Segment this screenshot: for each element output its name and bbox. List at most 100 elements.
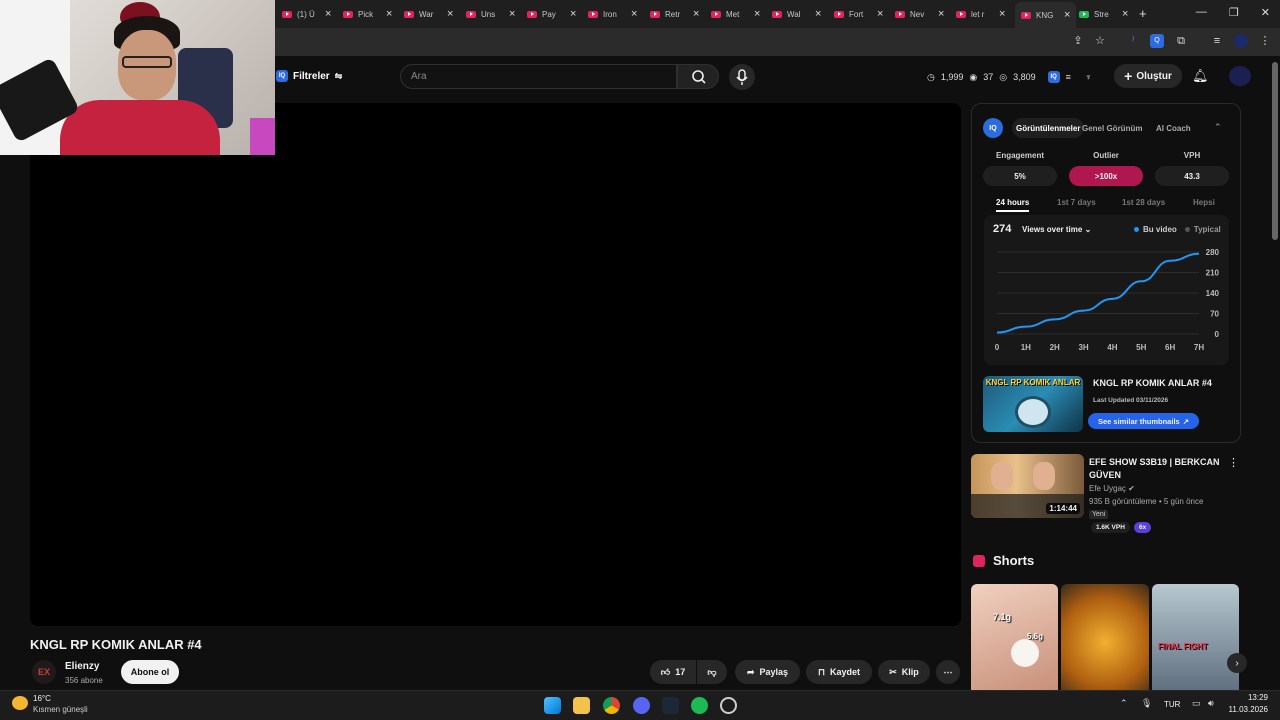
tray-overflow-icon[interactable]: ⌃	[1120, 698, 1128, 709]
collapse-chevron-icon[interactable]: ⌃	[1214, 122, 1222, 133]
close-tab-icon[interactable]: ×	[1064, 9, 1070, 21]
tray-mic-icon[interactable]: 🎙︎	[1141, 698, 1152, 709]
recommended-menu-icon[interactable]: ⋮	[1228, 456, 1239, 469]
clip-button[interactable]: ✂ Klip	[878, 660, 930, 684]
browser-tab[interactable]: War ×	[404, 4, 453, 24]
chrome-icon[interactable]	[603, 697, 620, 714]
more-actions-button[interactable]: ⋯	[936, 660, 960, 684]
close-tab-icon[interactable]: ×	[999, 8, 1005, 20]
page-scrollbar[interactable]	[1272, 62, 1278, 240]
subscribe-button[interactable]: Abone ol	[121, 660, 179, 684]
chart-metric-dropdown[interactable]: Views over time ⌄	[1022, 225, 1091, 234]
share-button[interactable]: ➦ Paylaş	[735, 660, 800, 684]
notifications-bell-icon[interactable]: 🔔︎	[1192, 68, 1209, 84]
see-similar-thumbnails-button[interactable]: See similar thumbnails ↗	[1088, 413, 1199, 429]
weather-temp[interactable]: 16°C	[33, 694, 51, 703]
range-7-days[interactable]: 1st 7 days	[1057, 198, 1096, 207]
spotify-icon[interactable]	[691, 697, 708, 714]
close-tab-icon[interactable]: ×	[509, 8, 515, 20]
short-thumbnail-3[interactable]: FINAL FIGHT	[1152, 584, 1239, 690]
profile-avatar-icon[interactable]	[1234, 34, 1248, 48]
create-button[interactable]: + Oluştur	[1114, 64, 1182, 88]
close-tab-icon[interactable]: ×	[938, 8, 944, 20]
tab-ai-coach[interactable]: AI Coach	[1152, 118, 1195, 138]
multiplier-badge: 6x	[1134, 522, 1152, 533]
recommended-channel[interactable]: Efe Uygaç ✔	[1089, 484, 1135, 493]
close-tab-icon[interactable]: ×	[815, 8, 821, 20]
range-28-days[interactable]: 1st 28 days	[1122, 198, 1165, 207]
steam-icon[interactable]	[662, 697, 679, 714]
start-menu-icon[interactable]	[544, 697, 561, 714]
tab-views[interactable]: Görüntülenmeler	[1012, 118, 1085, 138]
file-explorer-icon[interactable]	[573, 697, 590, 714]
range-all[interactable]: Hepsi	[1193, 198, 1215, 207]
browser-tab[interactable]: Pay ×	[527, 4, 576, 24]
account-avatar[interactable]	[1229, 66, 1251, 86]
channel-name[interactable]: Elienzy	[65, 661, 99, 672]
close-tab-icon[interactable]: ×	[754, 8, 760, 20]
x-tick-label: 5H	[1136, 343, 1146, 352]
clock-date[interactable]: 11.03.2026	[1222, 705, 1268, 714]
language-indicator[interactable]: TUR	[1164, 700, 1180, 709]
voice-search-button[interactable]	[729, 64, 755, 90]
install-icon[interactable]: ⇪	[1071, 34, 1085, 48]
weather-icon[interactable]	[12, 696, 28, 710]
vidiq-extension-icon[interactable]: Q	[1150, 34, 1164, 48]
browser-tab[interactable]: Pick ×	[343, 4, 392, 24]
browser-tab[interactable]: (1) Ü ×	[282, 4, 331, 24]
like-button[interactable]: 👍︎ 17	[650, 660, 696, 684]
close-tab-icon[interactable]: ×	[570, 8, 576, 20]
browser-tab[interactable]: Wal ×	[772, 4, 821, 24]
shorts-next-button[interactable]: ›	[1227, 653, 1247, 673]
browser-tab[interactable]: KNG ×	[1015, 2, 1077, 28]
media-control-icon[interactable]: ≡	[1210, 34, 1224, 48]
close-tab-icon[interactable]: ×	[447, 8, 453, 20]
close-tab-icon[interactable]: ×	[1122, 8, 1128, 20]
bookmark-star-icon[interactable]: ☆	[1093, 34, 1107, 48]
tab-overview[interactable]: Genel Görünüm	[1078, 118, 1146, 138]
video-thumbnail[interactable]: KNGL RP KOMIK ANLAR	[983, 376, 1083, 432]
browser-tab[interactable]: Iron ×	[588, 4, 637, 24]
new-tab-button[interactable]: +	[1139, 6, 1147, 21]
search-input[interactable]: Ara	[400, 64, 677, 89]
search-button[interactable]	[677, 64, 719, 89]
network-icon[interactable]: ▭	[1192, 698, 1201, 709]
short-thumbnail-2[interactable]	[1061, 584, 1149, 690]
youtube-favicon-icon	[282, 10, 292, 18]
translate-icon[interactable]: ⁾	[1126, 34, 1140, 48]
close-tab-icon[interactable]: ×	[693, 8, 699, 20]
video-player[interactable]	[30, 103, 961, 626]
close-tab-icon[interactable]: ×	[877, 8, 883, 20]
range-24-hours[interactable]: 24 hours	[996, 198, 1030, 212]
verified-icon: ✔	[1128, 484, 1135, 493]
browser-tab[interactable]: Nev ×	[895, 4, 944, 24]
list-icon[interactable]: ≡	[1066, 72, 1071, 82]
filters-button[interactable]: IQ Filtreler ⇋	[276, 66, 342, 86]
browser-tab[interactable]: let r ×	[956, 4, 1005, 24]
close-window-button[interactable]: ✕	[1261, 6, 1270, 19]
minimize-button[interactable]: —	[1196, 6, 1207, 19]
short-thumbnail-1[interactable]: 7.1g 5.6g	[971, 584, 1058, 690]
app-icon[interactable]	[720, 697, 737, 714]
recommended-title[interactable]: EFE SHOW S3B19 | BERKCAN GÜVEN	[1089, 456, 1220, 482]
trophy-icon[interactable]: ♆	[1085, 72, 1092, 82]
channel-avatar[interactable]: EX	[32, 660, 56, 684]
browser-tab[interactable]: Stre ×	[1079, 4, 1128, 24]
restore-button[interactable]: ❐	[1229, 6, 1239, 19]
browser-tab[interactable]: Uns ×	[466, 4, 515, 24]
discord-icon[interactable]	[633, 697, 650, 714]
browser-menu-icon[interactable]: ⋮	[1258, 34, 1272, 48]
close-tab-icon[interactable]: ×	[325, 8, 331, 20]
volume-icon[interactable]: 🔊︎	[1208, 698, 1214, 709]
browser-tab[interactable]: Retr ×	[650, 4, 699, 24]
browser-tab[interactable]: Met ×	[711, 4, 760, 24]
clock-time[interactable]: 13:29	[1226, 693, 1268, 702]
save-button[interactable]: ⊓ Kaydet	[806, 660, 872, 684]
close-tab-icon[interactable]: ×	[386, 8, 392, 20]
vidiq-small-icon[interactable]: IQ	[1047, 71, 1060, 83]
browser-tab[interactable]: Fort ×	[834, 4, 883, 24]
dislike-button[interactable]: 👎︎	[697, 660, 727, 684]
extensions-icon[interactable]: ⧉	[1174, 34, 1188, 48]
recommended-thumbnail[interactable]: 1:14:44	[971, 454, 1084, 518]
close-tab-icon[interactable]: ×	[631, 8, 637, 20]
